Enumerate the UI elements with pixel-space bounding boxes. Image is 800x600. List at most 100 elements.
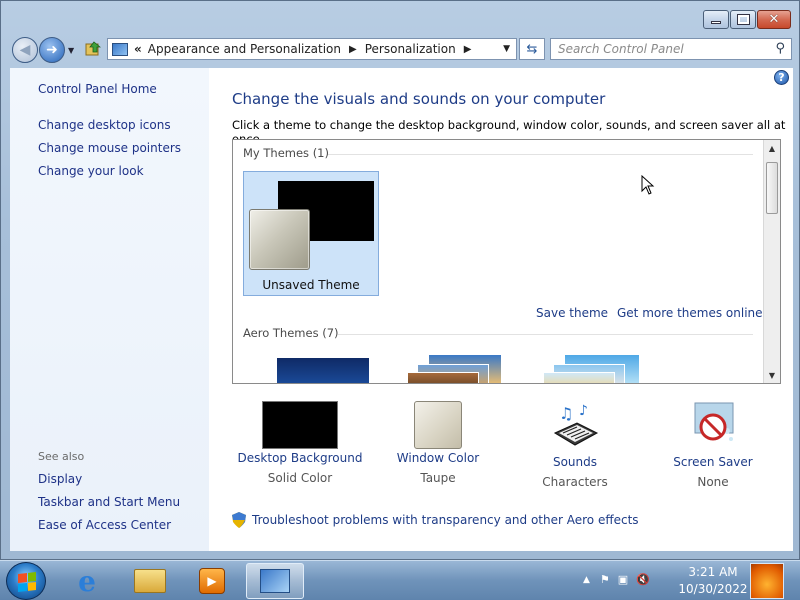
screen-saver-icon[interactable]: [687, 401, 739, 449]
forward-button[interactable]: ➜: [39, 37, 65, 63]
windows-logo-icon: [18, 572, 36, 592]
scroll-up-icon[interactable]: ▲: [764, 140, 780, 156]
recent-pages-dropdown[interactable]: ▼: [68, 46, 74, 55]
taskbar-explorer[interactable]: [121, 563, 179, 599]
network-icon[interactable]: ▣: [618, 573, 628, 586]
thumb-layer: [543, 372, 615, 383]
start-button[interactable]: [6, 562, 46, 600]
theme-color-preview: [249, 209, 310, 270]
close-icon: ✕: [768, 12, 780, 27]
troubleshoot-label[interactable]: Troubleshoot problems with transparency …: [252, 513, 639, 527]
sounds-setting[interactable]: ♫ ♪ Sounds Characters: [510, 401, 640, 489]
sounds-icon[interactable]: ♫ ♪: [549, 401, 601, 449]
help-icon[interactable]: ?: [774, 70, 789, 85]
volume-muted-icon[interactable]: 🔇: [636, 573, 650, 586]
taskbar-internet-explorer[interactable]: e: [58, 563, 116, 599]
logo-quadrant-green: [27, 572, 36, 582]
taskbar-control-panel[interactable]: [246, 563, 304, 599]
logo-quadrant-yellow: [27, 581, 36, 591]
themes-list[interactable]: My Themes (1) Unsaved Theme Save theme G…: [232, 139, 781, 384]
address-bar[interactable]: « Appearance and Personalization ▶ Perso…: [107, 38, 517, 60]
back-button[interactable]: ◀: [12, 37, 38, 63]
troubleshoot-link[interactable]: Troubleshoot problems with transparency …: [232, 512, 639, 528]
save-theme-link[interactable]: Save theme: [536, 306, 608, 320]
close-button[interactable]: ✕: [757, 10, 791, 29]
window-color-icon[interactable]: [414, 401, 462, 449]
aero-theme-architecture-thumb[interactable]: [407, 355, 501, 383]
clock-date: 10/30/2022: [678, 582, 748, 596]
screen-saver-link[interactable]: Screen Saver: [648, 455, 778, 469]
scroll-thumb[interactable]: [766, 162, 778, 214]
get-more-themes-link[interactable]: Get more themes online: [617, 306, 763, 320]
taskbar-clock[interactable]: 3:21 AM 10/30/2022: [678, 564, 748, 598]
scroll-down-icon[interactable]: ▼: [764, 367, 780, 383]
notification-area: ▲ ⚑ ▣ 🔇: [583, 573, 650, 586]
change-your-look-link[interactable]: Change your look: [38, 164, 144, 178]
screen-saver-value: None: [697, 475, 729, 489]
taskbar-media-player[interactable]: ▶: [183, 563, 241, 599]
ease-of-access-link[interactable]: Ease of Access Center: [38, 518, 171, 532]
logo-quadrant-blue: [18, 582, 27, 592]
desktop-background-link[interactable]: Desktop Background: [235, 451, 365, 465]
control-panel-home-link[interactable]: Control Panel Home: [38, 82, 157, 96]
folder-icon: [134, 569, 166, 593]
theme-name: Unsaved Theme: [262, 278, 360, 292]
desktop-background-icon[interactable]: [262, 401, 338, 449]
maximize-icon: [736, 14, 750, 25]
refresh-icon: ⇆: [526, 41, 538, 57]
screen-saver-setting[interactable]: Screen Saver None: [648, 401, 778, 489]
change-desktop-icons-link[interactable]: Change desktop icons: [38, 118, 171, 132]
minimize-button[interactable]: [703, 10, 729, 29]
see-also-heading: See also: [38, 450, 85, 463]
shield-icon: [232, 512, 246, 528]
search-input[interactable]: Search Control Panel ⚲: [550, 38, 792, 60]
taskbar-start-menu-link[interactable]: Taskbar and Start Menu: [38, 495, 180, 509]
svg-text:♫: ♫: [559, 404, 573, 423]
refresh-button[interactable]: ⇆: [519, 38, 545, 60]
address-dropdown-icon[interactable]: ▼: [503, 44, 510, 54]
breadcrumb-separator-icon[interactable]: ▶: [349, 44, 357, 55]
breadcrumb-separator-icon[interactable]: ▶: [464, 44, 472, 55]
aero-themes-heading: Aero Themes (7): [243, 326, 339, 340]
clock-time: 3:21 AM: [688, 565, 738, 579]
arrow-right-icon: ➜: [46, 42, 58, 58]
internet-explorer-icon: e: [78, 564, 96, 598]
desktop-background-setting[interactable]: Desktop Background Solid Color: [235, 401, 365, 485]
mouse-cursor-icon: [641, 175, 655, 195]
page-title: Change the visuals and sounds on your co…: [232, 90, 606, 108]
display-link[interactable]: Display: [38, 472, 82, 486]
search-placeholder: Search Control Panel: [558, 42, 684, 56]
thumb-layer: [407, 372, 479, 383]
caption-buttons: ✕: [702, 10, 791, 29]
window-color-value: Taupe: [420, 471, 456, 485]
group-divider: [338, 334, 753, 335]
logo-quadrant-red: [18, 573, 27, 583]
svg-text:♪: ♪: [579, 403, 588, 419]
control-panel-icon: [260, 569, 290, 593]
breadcrumb-personalization[interactable]: Personalization: [365, 42, 456, 56]
breadcrumb-appearance[interactable]: Appearance and Personalization: [148, 42, 341, 56]
media-player-icon: ▶: [199, 568, 225, 594]
themes-scrollbar[interactable]: ▲ ▼: [763, 140, 780, 383]
window-color-setting[interactable]: Window Color Taupe: [373, 401, 503, 485]
aero-theme-characters-thumb[interactable]: [543, 355, 639, 383]
maximize-button[interactable]: [730, 10, 756, 29]
aero-theme-windows-thumb[interactable]: [277, 358, 369, 383]
my-themes-heading: My Themes (1): [243, 146, 329, 160]
action-center-flag-icon[interactable]: ⚑: [600, 573, 610, 586]
show-hidden-icons-icon[interactable]: ▲: [583, 575, 590, 585]
user-picture-flower-icon[interactable]: [750, 563, 784, 599]
theme-tile-unsaved[interactable]: Unsaved Theme: [243, 171, 379, 296]
group-divider: [328, 154, 753, 155]
sounds-value: Characters: [542, 475, 608, 489]
search-icon[interactable]: ⚲: [775, 41, 785, 56]
up-folder-icon[interactable]: [85, 40, 101, 56]
sounds-link[interactable]: Sounds: [510, 455, 640, 469]
desktop-background-value: Solid Color: [267, 471, 333, 485]
overflow-chevron[interactable]: «: [134, 42, 142, 56]
control-panel-icon: [112, 42, 128, 56]
main-content: ? Change the visuals and sounds on your …: [209, 68, 793, 551]
window-color-link[interactable]: Window Color: [373, 451, 503, 465]
change-mouse-pointers-link[interactable]: Change mouse pointers: [38, 141, 181, 155]
minimize-icon: [711, 21, 721, 24]
